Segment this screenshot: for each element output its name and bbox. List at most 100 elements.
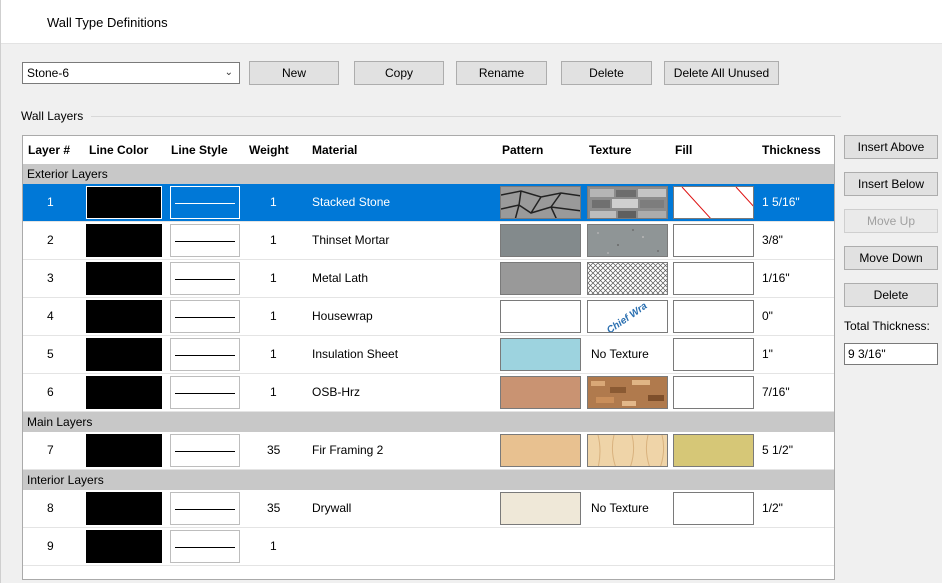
line-style-swatch[interactable] bbox=[170, 262, 240, 295]
col-header-line-style[interactable]: Line Style bbox=[171, 143, 228, 157]
layer-weight: 1 bbox=[270, 539, 277, 553]
line-style-swatch[interactable] bbox=[170, 434, 240, 467]
table-row[interactable]: 5 1 Insulation Sheet No Texture 1" bbox=[23, 336, 834, 374]
col-header-pattern[interactable]: Pattern bbox=[502, 143, 543, 157]
mesh-texture-icon bbox=[588, 263, 667, 294]
delete-layer-button[interactable]: Delete bbox=[844, 283, 938, 307]
line-style-swatch[interactable] bbox=[170, 186, 240, 219]
fill-swatch[interactable] bbox=[673, 186, 754, 219]
col-header-texture[interactable]: Texture bbox=[589, 143, 631, 157]
pattern-swatch[interactable] bbox=[500, 376, 581, 409]
line-color-swatch[interactable] bbox=[86, 530, 162, 563]
new-button[interactable]: New bbox=[249, 61, 339, 85]
pattern-swatch[interactable] bbox=[500, 338, 581, 371]
line-style-swatch[interactable] bbox=[170, 338, 240, 371]
table-row[interactable]: 2 1 Thinset Mortar 3/8" bbox=[23, 222, 834, 260]
table-row[interactable]: 6 1 OSB-Hrz 7/16" bbox=[23, 374, 834, 412]
table-row[interactable]: 9 1 bbox=[23, 528, 834, 566]
move-down-button[interactable]: Move Down bbox=[844, 246, 938, 270]
section-label: Exterior Layers bbox=[27, 167, 108, 181]
col-header-weight[interactable]: Weight bbox=[249, 143, 289, 157]
fill-swatch[interactable] bbox=[673, 376, 754, 409]
wall-type-select[interactable]: Stone-6 ⌄ bbox=[22, 62, 240, 84]
layer-number: 9 bbox=[47, 539, 54, 553]
wall-layers-group-label: Wall Layers bbox=[21, 109, 88, 123]
table-row[interactable]: 3 1 Metal Lath 1/16" bbox=[23, 260, 834, 298]
line-color-swatch[interactable] bbox=[86, 186, 162, 219]
line-style-swatch[interactable] bbox=[170, 530, 240, 563]
fill-swatch[interactable] bbox=[673, 224, 754, 257]
line-style-swatch[interactable] bbox=[170, 300, 240, 333]
insert-above-button[interactable]: Insert Above bbox=[844, 135, 938, 159]
line-color-swatch[interactable] bbox=[86, 434, 162, 467]
texture-swatch[interactable] bbox=[587, 376, 668, 409]
line-color-swatch[interactable] bbox=[86, 492, 162, 525]
pattern-swatch[interactable] bbox=[500, 262, 581, 295]
layer-material: Housewrap bbox=[312, 309, 373, 323]
pattern-swatch[interactable] bbox=[500, 224, 581, 257]
layer-material: OSB-Hrz bbox=[312, 385, 360, 399]
delete-all-unused-button[interactable]: Delete All Unused bbox=[664, 61, 779, 85]
fill-swatch[interactable] bbox=[673, 434, 754, 467]
fill-swatch[interactable] bbox=[673, 300, 754, 333]
wood-texture-icon bbox=[597, 435, 665, 466]
line-style-swatch[interactable] bbox=[170, 376, 240, 409]
layer-thickness: 1/16" bbox=[762, 271, 790, 285]
insert-below-button[interactable]: Insert Below bbox=[844, 172, 938, 196]
col-header-line-color[interactable]: Line Color bbox=[89, 143, 148, 157]
hatch-fill-icon bbox=[681, 187, 753, 218]
layer-weight: 1 bbox=[270, 347, 277, 361]
total-thickness-value: 9 3/16" bbox=[848, 347, 886, 361]
fill-swatch[interactable] bbox=[673, 262, 754, 295]
wall-type-definitions-dialog: Wall Type Definitions Stone-6 ⌄ New Copy… bbox=[0, 0, 942, 583]
section-label: Main Layers bbox=[27, 415, 93, 429]
pattern-swatch[interactable] bbox=[500, 300, 581, 333]
osb-texture-icon bbox=[591, 380, 664, 406]
rename-button[interactable]: Rename bbox=[456, 61, 547, 85]
section-main-layers: Main Layers bbox=[23, 412, 834, 432]
table-row[interactable]: 1 1 Stacked Stone 1 5/16" bbox=[23, 184, 834, 222]
layer-material: Fir Framing 2 bbox=[312, 443, 384, 457]
line-style-swatch[interactable] bbox=[170, 224, 240, 257]
pattern-swatch[interactable] bbox=[500, 492, 581, 525]
fill-swatch[interactable] bbox=[673, 338, 754, 371]
col-header-layer[interactable]: Layer # bbox=[28, 143, 70, 157]
section-exterior-layers: Exterior Layers bbox=[23, 164, 834, 184]
chevron-down-icon: ⌄ bbox=[224, 67, 233, 78]
texture-swatch[interactable]: Chief Wra bbox=[587, 300, 668, 333]
line-color-swatch[interactable] bbox=[86, 376, 162, 409]
texture-swatch[interactable] bbox=[587, 186, 668, 219]
line-color-swatch[interactable] bbox=[86, 338, 162, 371]
delete-type-button[interactable]: Delete bbox=[561, 61, 652, 85]
col-header-fill[interactable]: Fill bbox=[675, 143, 692, 157]
texture-none-label[interactable]: No Texture bbox=[591, 347, 649, 361]
title-bar: Wall Type Definitions bbox=[1, 0, 942, 44]
col-header-material[interactable]: Material bbox=[312, 143, 357, 157]
line-style-swatch[interactable] bbox=[170, 492, 240, 525]
texture-swatch[interactable] bbox=[587, 434, 668, 467]
table-row[interactable]: 4 1 Housewrap Chief Wra 0" bbox=[23, 298, 834, 336]
texture-swatch[interactable] bbox=[587, 262, 668, 295]
dialog-title: Wall Type Definitions bbox=[47, 15, 168, 30]
pattern-swatch[interactable] bbox=[500, 186, 581, 219]
copy-button[interactable]: Copy bbox=[354, 61, 444, 85]
line-color-swatch[interactable] bbox=[86, 262, 162, 295]
layer-number: 1 bbox=[47, 195, 54, 209]
texture-swatch[interactable] bbox=[587, 224, 668, 257]
section-interior-layers: Interior Layers bbox=[23, 470, 834, 490]
wall-type-select-value: Stone-6 bbox=[27, 66, 70, 80]
layer-material: Stacked Stone bbox=[312, 195, 391, 209]
col-header-thickness[interactable]: Thickness bbox=[762, 143, 821, 157]
pattern-swatch[interactable] bbox=[500, 434, 581, 467]
move-up-button[interactable]: Move Up bbox=[844, 209, 938, 233]
layer-thickness: 5 1/2" bbox=[762, 443, 793, 457]
table-row[interactable]: 8 35 Drywall No Texture 1/2" bbox=[23, 490, 834, 528]
line-color-swatch[interactable] bbox=[86, 300, 162, 333]
fill-swatch[interactable] bbox=[673, 492, 754, 525]
layer-number: 6 bbox=[47, 385, 54, 399]
line-color-swatch[interactable] bbox=[86, 224, 162, 257]
texture-none-label[interactable]: No Texture bbox=[591, 501, 649, 515]
table-row[interactable]: 7 35 Fir Framing 2 5 1/2" bbox=[23, 432, 834, 470]
layer-material: Thinset Mortar bbox=[312, 233, 390, 247]
layer-thickness: 7/16" bbox=[762, 385, 790, 399]
